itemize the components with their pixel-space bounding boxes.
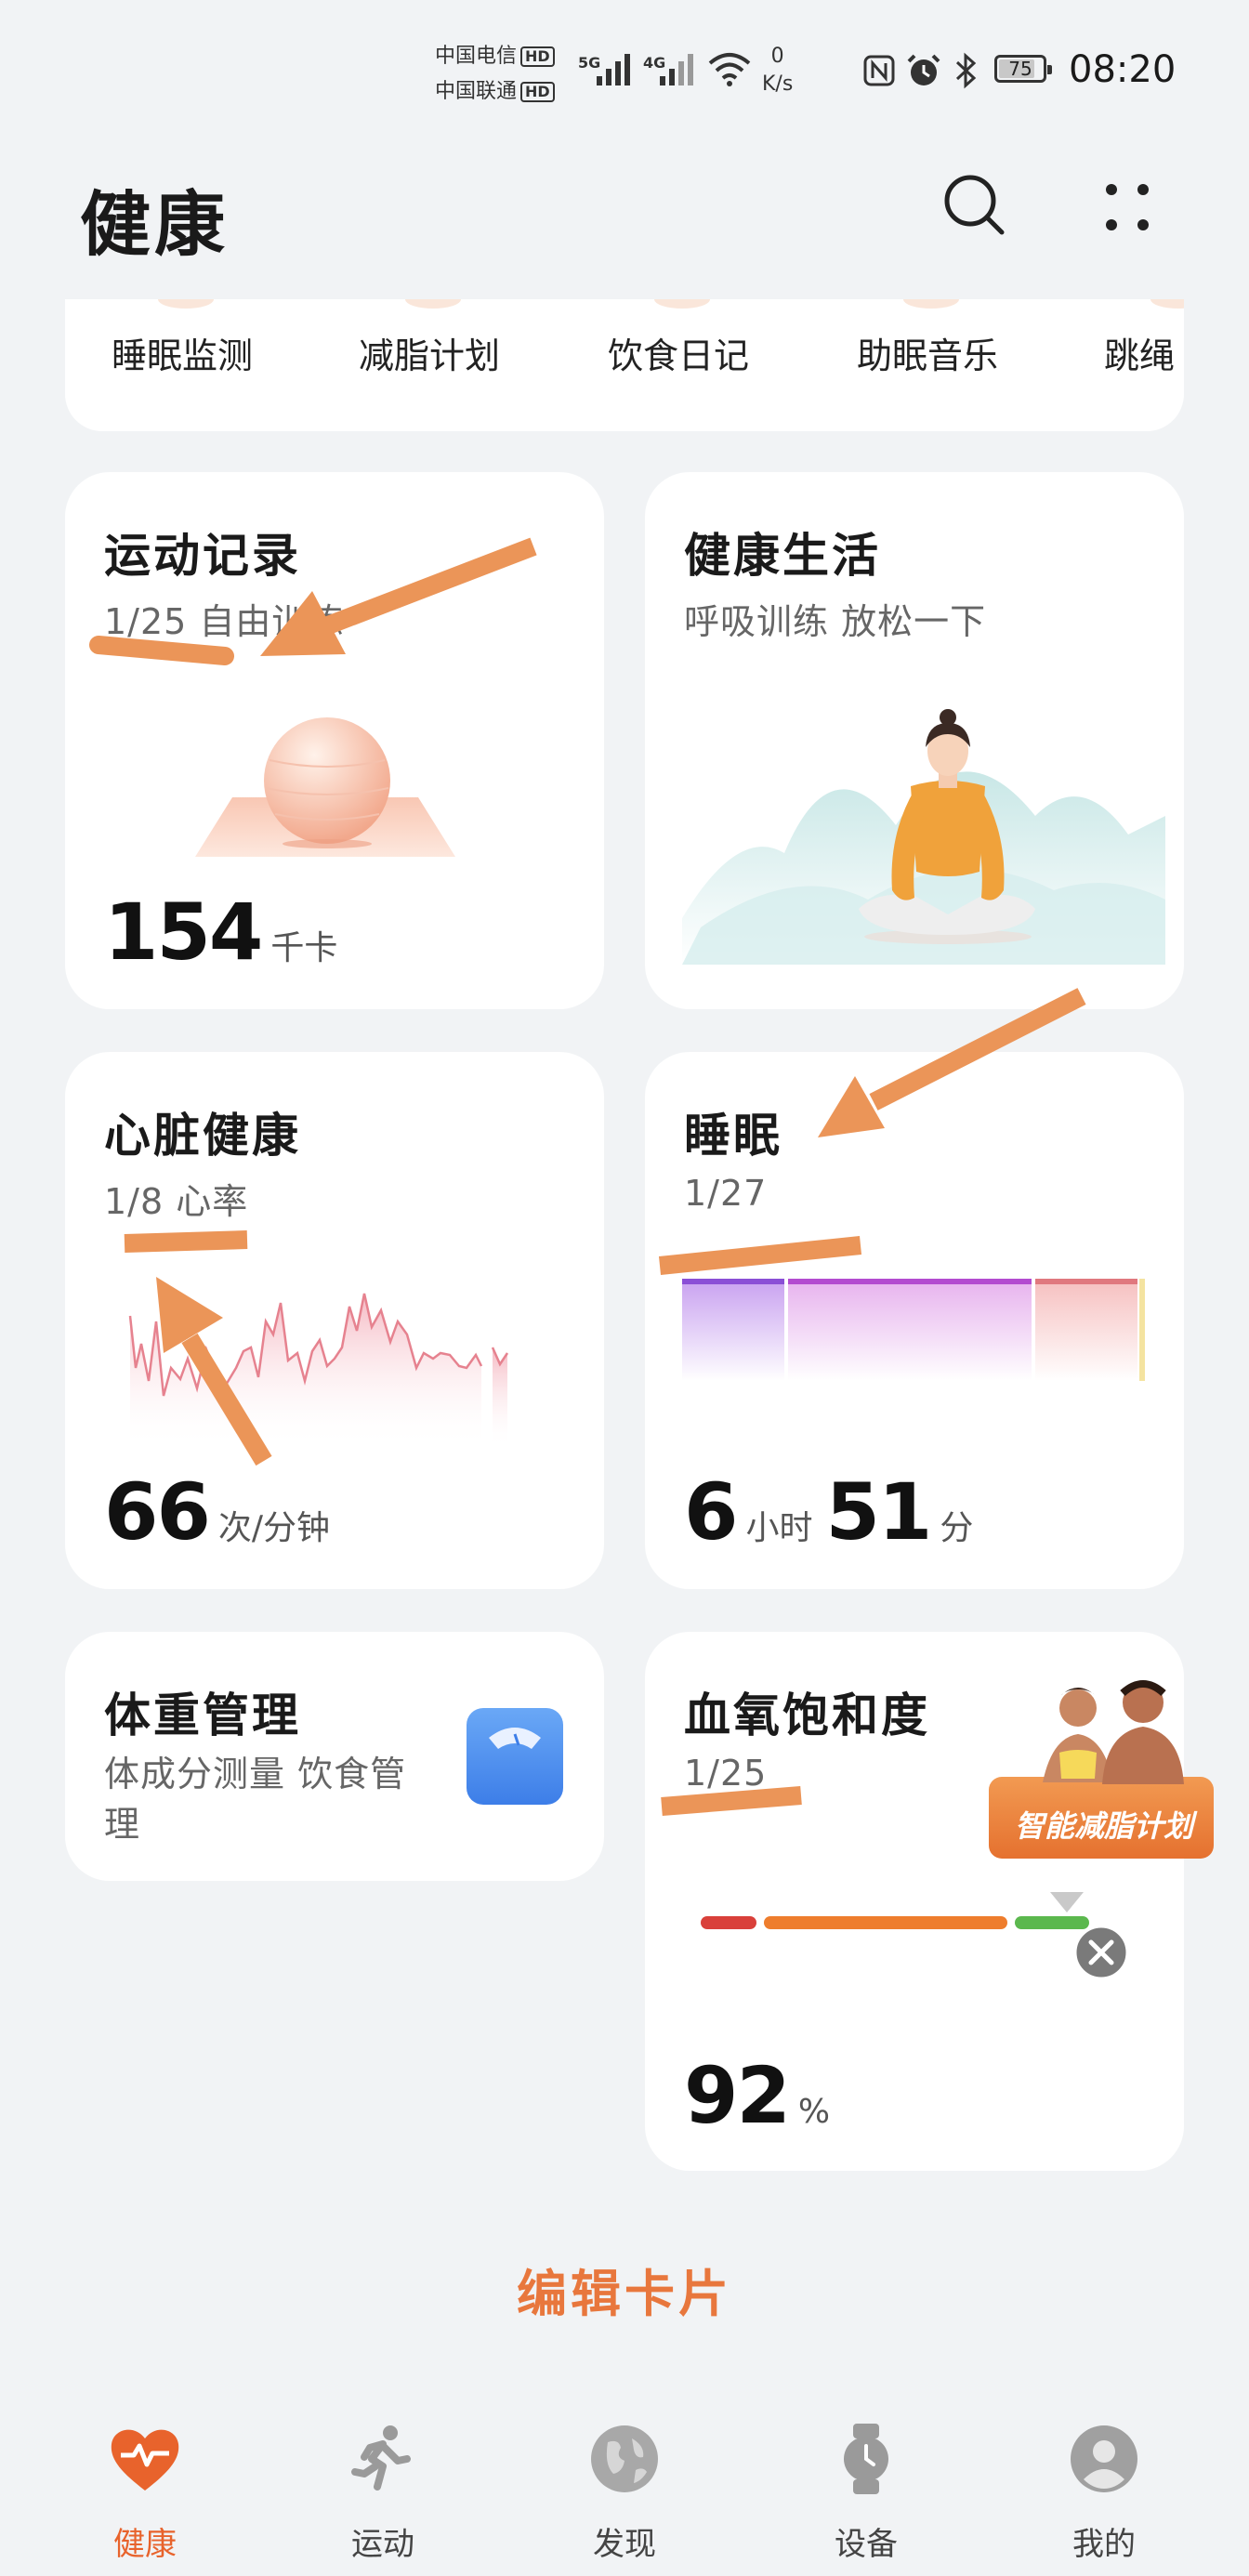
- carrier-1: 中国电信: [435, 45, 518, 68]
- alarm-icon: [907, 54, 940, 85]
- carrier-info: 中国电信 HD 中国联通 HD: [435, 39, 555, 110]
- heart-rate-number: 66: [104, 1466, 211, 1557]
- clock: 08:20: [1069, 48, 1177, 91]
- tab-discover[interactable]: 发现: [532, 2422, 717, 2564]
- promo-banner[interactable]: 智能减脂计划: [985, 1673, 1217, 1881]
- bottom-tab-bar: 健康 运动 发现 设备 我的: [0, 2407, 1249, 2576]
- edit-cards-button[interactable]: 编辑卡片: [0, 2253, 1249, 2326]
- calories-unit: 千卡: [270, 929, 338, 967]
- running-icon: [351, 2425, 411, 2491]
- shortcut-icon: [903, 299, 959, 309]
- spo2-unit: %: [797, 2093, 831, 2131]
- card-subtitle: 体成分测量 饮食管 理: [104, 1754, 407, 1845]
- sleep-duration: 6 小时 51 分: [684, 1466, 986, 1557]
- heart-health-card[interactable]: 心脏健康 1/8 心率 66 次/分钟: [65, 1052, 604, 1589]
- card-title: 睡眠: [684, 1109, 782, 1163]
- signal-icon: [660, 54, 693, 85]
- tab-health[interactable]: 健康: [52, 2422, 238, 2564]
- sleep-card[interactable]: 睡眠 1/27 6 小时 51 分: [645, 1052, 1184, 1589]
- shortcut-strip: 睡眠监测 减脂计划 饮食日记 助眠音乐 跳绳: [65, 299, 1184, 431]
- card-title: 体重管理: [104, 1689, 301, 1742]
- shortcut-diet-diary[interactable]: 饮食日记: [608, 299, 749, 378]
- card-subtitle: 1/25 自由训练: [104, 601, 345, 642]
- sleep-minutes: 51: [825, 1466, 932, 1557]
- spo2-range-bar: [701, 1892, 1089, 1929]
- sleep-minutes-unit: 分: [940, 1509, 974, 1547]
- shortcut-icon: [654, 299, 710, 309]
- nfc-icon: [863, 55, 895, 86]
- tab-devices[interactable]: 设备: [773, 2422, 959, 2564]
- calories-number: 154: [104, 887, 263, 978]
- signal-icon: [597, 54, 630, 85]
- weight-management-card[interactable]: 体重管理 体成分测量 饮食管 理: [65, 1632, 604, 1881]
- watch-icon: [844, 2424, 888, 2494]
- card-title: 运动记录: [104, 529, 301, 583]
- sleep-stage-chart: [682, 1279, 1145, 1381]
- card-title: 健康生活: [684, 529, 881, 583]
- card-subtitle: 1/25: [684, 1753, 768, 1794]
- promo-illustration: [989, 1680, 1214, 1859]
- heart-rate-value: 66 次/分钟: [104, 1466, 343, 1557]
- hd-badge: HD: [520, 46, 555, 67]
- scale-icon: [467, 1708, 563, 1805]
- yoga-ball-illustration: [195, 717, 455, 857]
- page-title: 健康: [80, 183, 229, 266]
- more-dots-icon[interactable]: [1104, 182, 1150, 232]
- tab-exercise[interactable]: 运动: [290, 2422, 476, 2564]
- exercise-record-card[interactable]: 运动记录 1/25 自由训练 154 千卡: [65, 472, 604, 1009]
- shortcut-fat-loss-plan[interactable]: 减脂计划: [359, 299, 500, 378]
- card-subtitle: 1/8 心率: [104, 1181, 249, 1222]
- close-icon[interactable]: [1073, 1925, 1129, 1980]
- shortcut-sleep-monitor[interactable]: 睡眠监测: [112, 299, 253, 378]
- card-subtitle: 1/27: [684, 1173, 768, 1214]
- sleep-hours-unit: 小时: [745, 1509, 813, 1547]
- promo-text: 智能减脂计划: [1014, 1808, 1193, 1844]
- card-title: 心脏健康: [104, 1109, 301, 1163]
- shortcut-icon: [405, 299, 461, 309]
- wifi-icon: [708, 53, 751, 86]
- shortcut-icon: [1150, 299, 1184, 309]
- heart-pulse-icon: [111, 2429, 179, 2491]
- spo2-number: 92: [684, 2050, 791, 2141]
- tab-profile[interactable]: 我的: [1011, 2422, 1197, 2564]
- shortcut-sleep-music[interactable]: 助眠音乐: [857, 299, 998, 378]
- card-title: 血氧饱和度: [684, 1689, 930, 1742]
- bluetooth-icon: [955, 52, 977, 89]
- hd-badge: HD: [520, 82, 555, 102]
- status-bar: 中国电信 HD 中国联通 HD 5G 4G 0 K/s 75 08:20: [0, 0, 1249, 139]
- calories-value: 154 千卡: [104, 887, 350, 978]
- shortcut-icon: [158, 299, 214, 309]
- globe-icon: [591, 2425, 658, 2492]
- battery-icon: 75: [994, 55, 1052, 83]
- network-speed: 0 K/s: [762, 45, 794, 96]
- card-subtitle: 呼吸训练 放松一下: [684, 601, 987, 642]
- spo2-value: 92%: [684, 2050, 843, 2141]
- sleep-hours: 6: [684, 1466, 738, 1557]
- healthy-life-card[interactable]: 健康生活 呼吸训练 放松一下: [645, 472, 1184, 1009]
- search-icon[interactable]: [942, 173, 1007, 238]
- meditation-illustration: [682, 709, 1165, 965]
- shortcut-jump-rope[interactable]: 跳绳: [1104, 299, 1184, 378]
- heart-rate-unit: 次/分钟: [217, 1509, 331, 1547]
- profile-icon: [1071, 2425, 1137, 2492]
- heart-rate-chart: [128, 1293, 509, 1448]
- carrier-2: 中国联通: [435, 80, 518, 103]
